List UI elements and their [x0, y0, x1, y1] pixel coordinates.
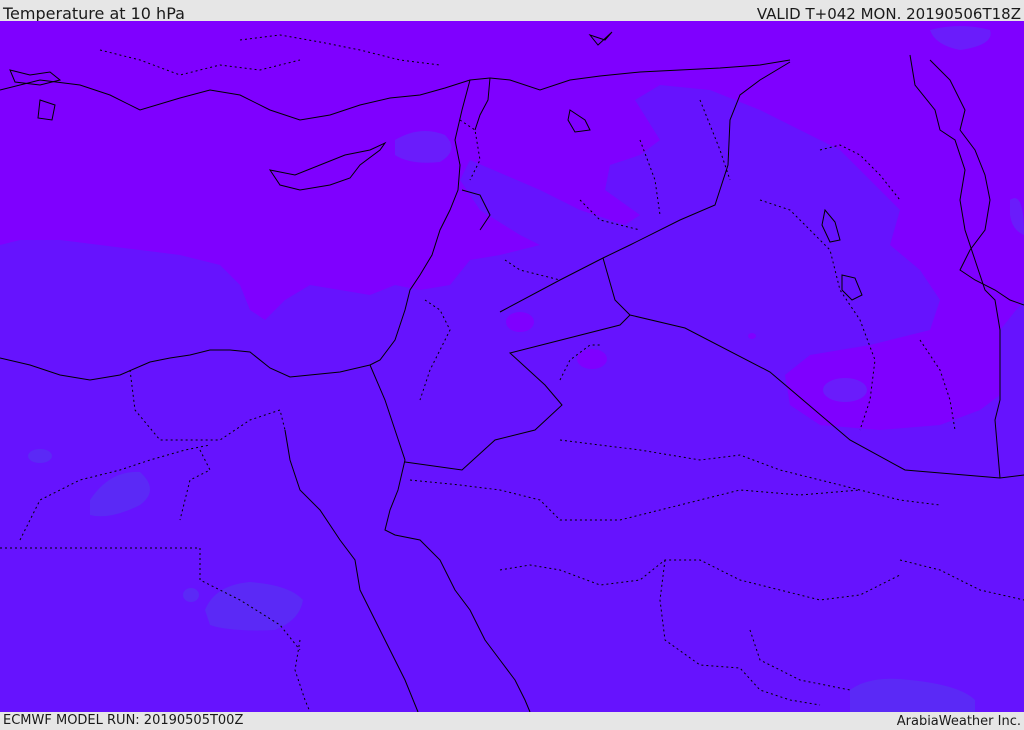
cool-patch-cyprus	[395, 131, 452, 163]
cool-patch-iraq	[823, 378, 867, 402]
footer-bar: ECMWF MODEL RUN: 20190505T00Z ArabiaWeat…	[0, 712, 1024, 729]
warm-patch-jordan	[577, 349, 607, 369]
credit-label: ArabiaWeather Inc.	[896, 714, 1021, 729]
cool-patch-small	[183, 588, 199, 602]
header-bar: Temperature at 10 hPa VALID T+042 MON. 2…	[0, 0, 1024, 23]
warm-patch-sinai	[506, 312, 534, 332]
cool-patch-west	[28, 449, 52, 463]
warm-patch-small	[748, 333, 756, 339]
model-run-label: ECMWF MODEL RUN: 20190505T00Z	[3, 713, 244, 728]
map-canvas[interactable]	[0, 21, 1024, 712]
temperature-field-map	[0, 21, 1024, 712]
